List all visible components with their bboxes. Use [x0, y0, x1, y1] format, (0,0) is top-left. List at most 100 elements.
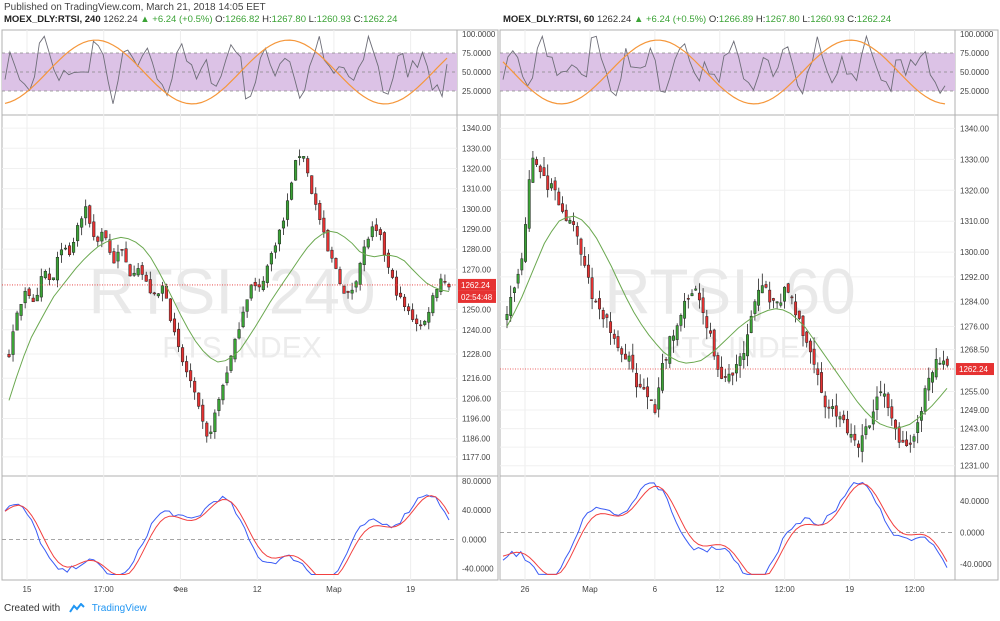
price-tick-label: 1240.00 [462, 326, 491, 335]
candle-body [886, 393, 890, 409]
candle-body [882, 393, 886, 397]
candle-body [812, 348, 816, 365]
candle-body [59, 249, 64, 256]
candle-body [860, 435, 864, 452]
time-axis-label: 12:00 [775, 585, 796, 594]
candle-body [84, 206, 88, 219]
candle-body [834, 405, 838, 417]
candle-body [443, 281, 447, 283]
candle-body [512, 287, 516, 293]
rsi-tick-label: 75.0000 [960, 49, 989, 58]
candle-body [298, 156, 302, 158]
candle-body [564, 209, 568, 221]
candle-body [237, 329, 241, 339]
watermark-symbol: RTSI, 60 [604, 256, 855, 328]
candle-body [374, 224, 378, 231]
candle-body [779, 302, 783, 306]
candle-body [407, 306, 411, 312]
candle-body [575, 226, 579, 237]
oscillator-tick-label: 40.0000 [960, 497, 989, 506]
candle-body [701, 297, 705, 313]
tradingview-brand[interactable]: TradingView [92, 603, 147, 614]
candle-body [660, 363, 664, 391]
candle-body [583, 256, 587, 266]
price-tick-label: 1231.00 [960, 462, 989, 471]
candle-body [709, 330, 712, 334]
oscillator-tick-label: 40.0000 [462, 506, 491, 515]
candle-body [690, 293, 694, 297]
candle-body [912, 436, 916, 442]
price-tick-label: 1300.00 [462, 205, 491, 214]
candle-body [538, 165, 542, 173]
candle-body [342, 285, 346, 294]
price-tick-label: 1330.00 [462, 144, 491, 153]
candle-body [705, 316, 709, 329]
price-tick-label: 1270.00 [462, 265, 491, 274]
oscillator-tick-label: -40.0000 [462, 565, 494, 574]
candle-body [423, 320, 427, 325]
candle-body [908, 442, 912, 445]
price-tick-label: 1320.00 [960, 186, 989, 195]
candle-body [172, 318, 177, 333]
candle-body [568, 219, 572, 224]
candle-body [19, 304, 23, 316]
candle-body [411, 309, 415, 320]
price-tick-label: 1255.00 [960, 387, 989, 396]
candle-body [831, 406, 835, 409]
candle-body [168, 298, 172, 321]
price-tick-label: 1310.00 [462, 185, 491, 194]
candle-body [245, 299, 249, 312]
candle-body [727, 373, 731, 382]
candle-body [136, 268, 140, 276]
oscillator-tick-label: -40.0000 [960, 560, 992, 569]
candle-body [760, 285, 764, 294]
rsi-tick-label: 25.0000 [462, 87, 491, 96]
price-tick-label: 1228.00 [462, 350, 491, 359]
candle-body [63, 247, 68, 250]
candle-body [140, 265, 144, 275]
time-axis-label: 15 [23, 585, 32, 594]
candle-body [509, 296, 513, 316]
candle-body [823, 395, 827, 408]
price-tick-label: 1186.00 [462, 435, 491, 444]
candle-body [302, 156, 306, 159]
candle-body [546, 175, 550, 190]
charts-canvas[interactable]: 15 17:00 Фев 12 Мар 19100.000075.000050.00002… [0, 0, 1000, 621]
candle-body [635, 372, 638, 388]
candle-body [879, 391, 883, 394]
candle-body [672, 335, 675, 341]
candle-body [322, 217, 326, 233]
candle-body [579, 238, 583, 255]
candle-body [35, 294, 39, 302]
candle-body [838, 416, 842, 420]
candle-body [148, 279, 152, 294]
candle-body [132, 272, 136, 276]
candle-body [679, 314, 683, 326]
price-tick-label: 1310.00 [960, 217, 989, 226]
candle-body [764, 284, 768, 288]
footer: Created with TradingView [4, 603, 147, 614]
price-tick-label: 1237.00 [960, 443, 989, 452]
oscillator-tick-label: 80.0000 [462, 477, 491, 486]
candle-body [112, 251, 116, 264]
price-tick-label: 1250.00 [462, 306, 491, 315]
candle-body [797, 310, 801, 319]
candle-body [771, 298, 775, 301]
candle-body [520, 258, 524, 271]
candle-body [697, 292, 701, 301]
candle-body [189, 370, 193, 382]
candle-body [753, 301, 757, 314]
candle-body [649, 399, 653, 401]
candle-body [638, 383, 642, 388]
candle-body [201, 404, 205, 422]
candle-body [653, 404, 657, 413]
candle-body [561, 203, 564, 212]
candle-body [531, 157, 535, 183]
candle-body [572, 221, 576, 225]
candle-body [557, 191, 561, 206]
candle-body [68, 245, 72, 256]
candle-body [221, 384, 225, 401]
candle-body [76, 225, 80, 242]
candle-body [398, 292, 403, 298]
candle-body [241, 311, 245, 328]
